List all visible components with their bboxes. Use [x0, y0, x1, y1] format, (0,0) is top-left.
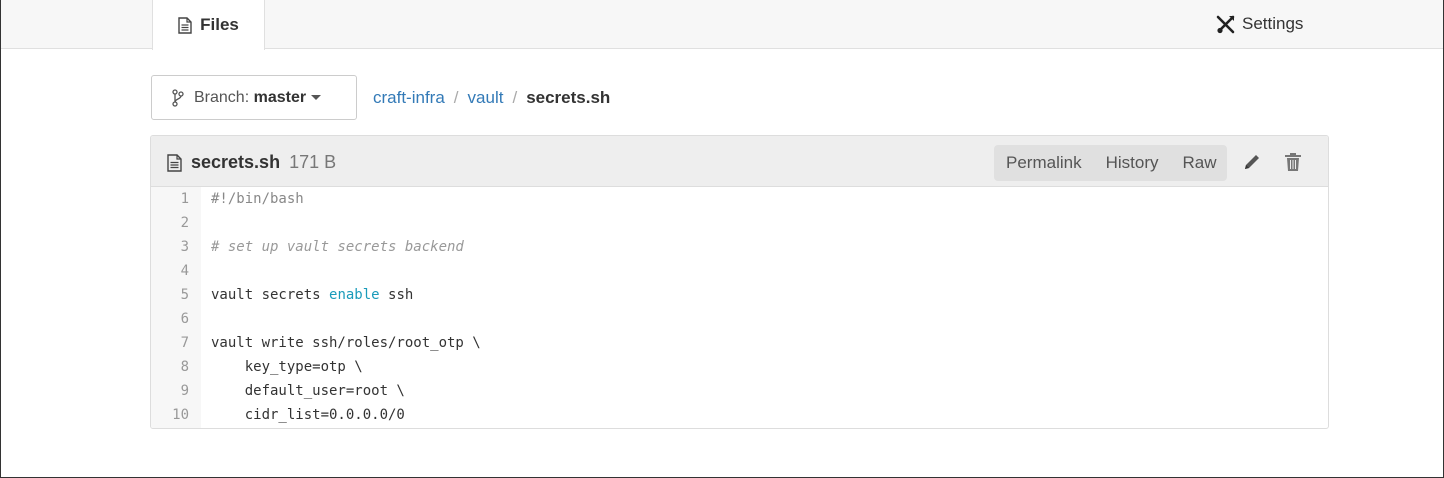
file-viewer: secrets.sh 171 B Permalink History Raw 1… — [150, 135, 1329, 429]
line-number[interactable]: 2 — [151, 211, 189, 235]
code-line: 10 cidr_list=0.0.0.0/0 — [151, 403, 1328, 427]
git-branch-icon — [172, 88, 184, 107]
code-line: 7 vault write ssh/roles/root_otp \ — [151, 331, 1328, 355]
line-number[interactable]: 9 — [151, 379, 189, 403]
line-content: # set up vault secrets backend — [211, 235, 464, 259]
file-title: secrets.sh 171 B — [167, 152, 336, 173]
trash-icon[interactable] — [1284, 152, 1302, 177]
code-line: 9 default_user=root \ — [151, 379, 1328, 403]
breadcrumb-separator: / — [512, 88, 518, 107]
tab-files-label: Files — [200, 15, 239, 34]
breadcrumb-repo-link[interactable]: craft-infra — [373, 88, 445, 108]
code-token: key_type=otp \ — [211, 359, 363, 375]
file-header: secrets.sh 171 B Permalink History Raw — [151, 136, 1328, 187]
tab-settings-label: Settings — [1242, 14, 1304, 33]
code-token: # set up vault secrets backend — [211, 239, 464, 255]
line-content: cidr_list=0.0.0.0/0 — [211, 403, 405, 427]
line-number[interactable]: 1 — [151, 187, 189, 211]
branch-prefix: Branch: — [194, 88, 250, 106]
file-actions-group: Permalink History Raw — [994, 145, 1227, 181]
line-number[interactable]: 6 — [151, 307, 189, 331]
permalink-button[interactable]: Permalink — [994, 153, 1094, 173]
code-line: 4 — [151, 259, 1328, 283]
code-line: 3 # set up vault secrets backend — [151, 235, 1328, 259]
line-content: vault secrets enable ssh — [211, 283, 413, 307]
code-token: vault secrets — [211, 287, 330, 303]
line-number[interactable]: 8 — [151, 355, 189, 379]
code-line: 6 — [151, 307, 1328, 331]
code-line: 1 #!/bin/bash — [151, 187, 1328, 211]
pencil-icon[interactable] — [1242, 152, 1262, 177]
code-token: cidr_list=0.0.0.0/0 — [211, 407, 405, 423]
line-content: key_type=otp \ — [211, 355, 363, 379]
history-button[interactable]: History — [1094, 153, 1171, 173]
line-number[interactable]: 5 — [151, 283, 189, 307]
line-number[interactable]: 4 — [151, 259, 189, 283]
breadcrumb-current-file: secrets.sh — [526, 88, 611, 107]
code-token: enable — [329, 287, 380, 303]
breadcrumb-separator: / — [453, 88, 459, 107]
code-token: ssh — [379, 287, 414, 303]
tab-files[interactable]: Files — [152, 0, 265, 50]
tab-bar: Files Settings — [1, 0, 1443, 50]
code-token: default_user=root \ — [211, 383, 405, 399]
branch-name: master — [253, 88, 307, 106]
line-content: vault write ssh/roles/root_otp \ — [211, 331, 481, 355]
code-token: vault write ssh/roles/root_otp \ — [211, 335, 481, 351]
code-line: 2 — [151, 211, 1328, 235]
tab-settings[interactable]: Settings — [1215, 12, 1303, 36]
code-view: 1 #!/bin/bash 2 3 # set up vault secrets bac… — [151, 187, 1328, 428]
line-content: #!/bin/bash — [211, 187, 304, 211]
file-name: secrets.sh — [191, 152, 281, 172]
tools-icon — [1215, 14, 1236, 35]
line-number[interactable]: 3 — [151, 235, 189, 259]
branch-label: Branch: master — [194, 88, 322, 107]
document-icon — [178, 16, 192, 34]
document-icon — [167, 153, 182, 172]
code-line: 8 key_type=otp \ — [151, 355, 1328, 379]
file-size: 171 B — [289, 152, 337, 172]
line-number[interactable]: 10 — [151, 403, 189, 427]
chevron-down-icon — [311, 94, 322, 100]
raw-button[interactable]: Raw — [1171, 153, 1229, 173]
branch-selector-button[interactable]: Branch: master — [151, 75, 357, 120]
line-number[interactable]: 7 — [151, 331, 189, 355]
line-content: default_user=root \ — [211, 379, 405, 403]
breadcrumb: craft-infra / vault / secrets.sh — [373, 87, 610, 109]
breadcrumb-folder-link[interactable]: vault — [468, 88, 504, 108]
code-token: #!/bin/bash — [211, 191, 304, 207]
code-line: 5 vault secrets enable ssh — [151, 283, 1328, 307]
